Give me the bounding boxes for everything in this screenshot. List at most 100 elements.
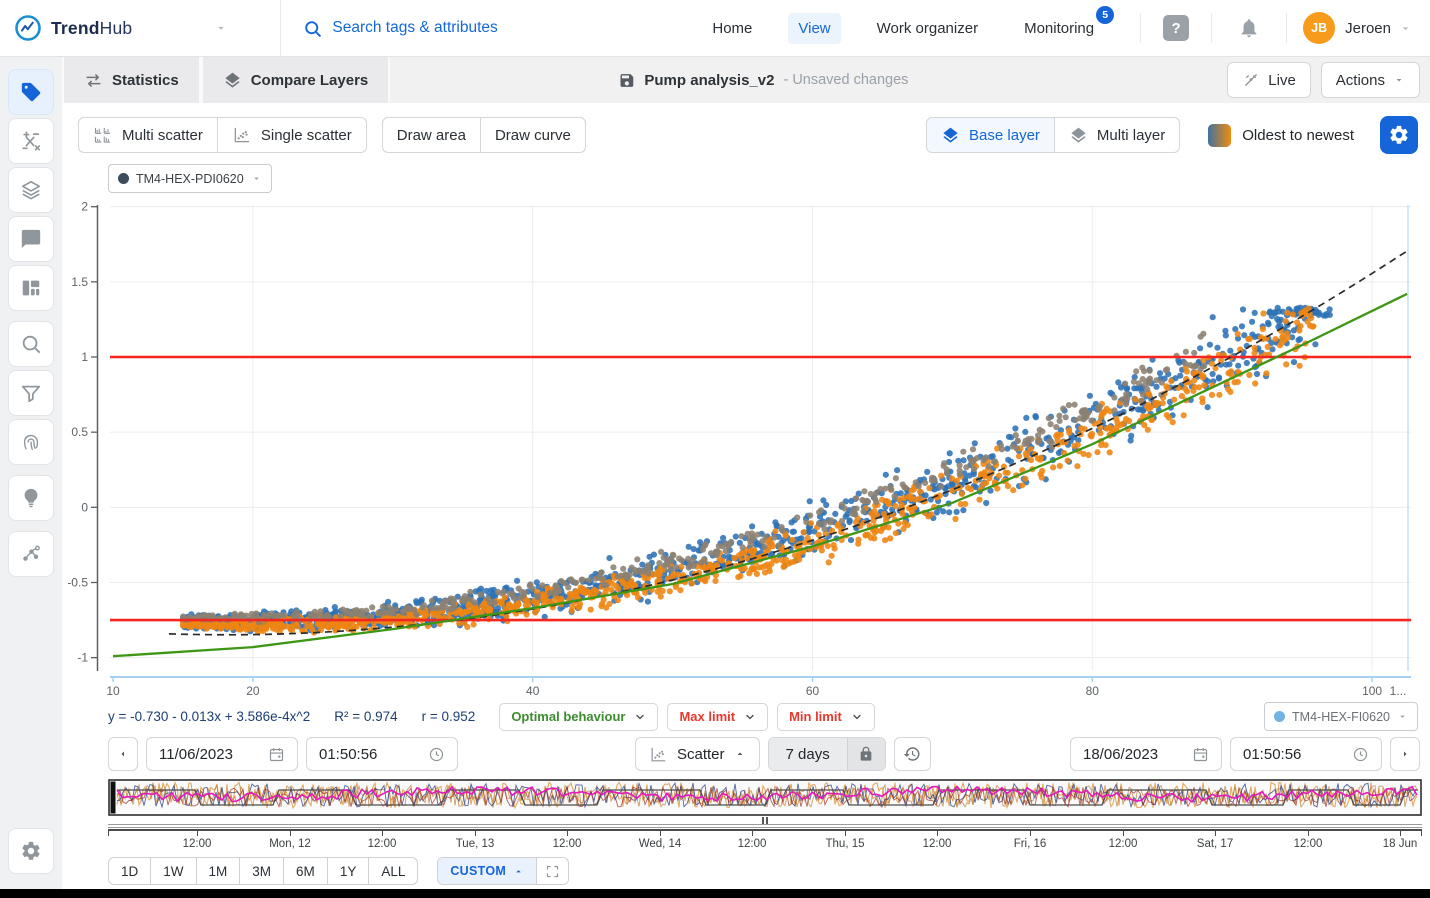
multi-layer-button[interactable]: Multi layer: [1055, 117, 1180, 153]
sidebar-item-context[interactable]: [8, 531, 54, 577]
fit-range-button[interactable]: [536, 858, 568, 884]
fingerprint-icon: [20, 431, 42, 453]
brand-dropdown-chevron-icon[interactable]: [214, 21, 228, 35]
timeline-tick: [290, 831, 291, 836]
user-name[interactable]: Jeroen: [1345, 20, 1391, 37]
nav-monitoring[interactable]: Monitoring 5: [1014, 13, 1104, 44]
timeline-tick: [1215, 831, 1216, 836]
clock-icon: [1352, 746, 1369, 763]
min-limit-button[interactable]: Min limit: [777, 703, 875, 731]
calendar-icon: [1192, 746, 1209, 763]
chevron-up-icon: [734, 748, 746, 760]
sidebar-item-fingerprint[interactable]: [8, 419, 54, 465]
base-layer-label: Base layer: [969, 127, 1040, 144]
start-time-field[interactable]: 01:50:56: [306, 737, 458, 771]
svg-text:1.5: 1.5: [71, 275, 88, 289]
draw-curve-label: Draw curve: [495, 127, 571, 144]
regression-stats: y = -0.730 - 0.013x + 3.586e-4x^2R² = 0.…: [108, 709, 499, 724]
notifications-bell-icon[interactable]: [1238, 17, 1260, 39]
search-input[interactable]: Search tags & attributes: [303, 19, 497, 38]
search-icon: [303, 19, 322, 38]
help-icon[interactable]: ?: [1163, 15, 1189, 41]
nav-view[interactable]: View: [788, 13, 840, 44]
end-date-field[interactable]: 18/06/2023: [1070, 737, 1222, 771]
max-limit-button[interactable]: Max limit: [667, 703, 768, 731]
live-button[interactable]: Live: [1227, 62, 1311, 98]
sidebar-item-tags[interactable]: [8, 69, 54, 115]
timeline-tick-label: 12:00: [923, 838, 952, 850]
nav-monitoring-label: Monitoring: [1024, 20, 1094, 37]
search-placeholder: Search tags & attributes: [332, 19, 497, 37]
end-time-field[interactable]: 01:50:56: [1230, 737, 1382, 771]
svg-text:1: 1: [81, 350, 88, 364]
scrollbar-grip[interactable]: [762, 817, 768, 824]
range-button-6m[interactable]: 6M: [284, 857, 328, 885]
comment-icon: [20, 228, 42, 250]
range-button-1w[interactable]: 1W: [151, 857, 196, 885]
compare-layers-button[interactable]: Compare Layers: [201, 57, 391, 103]
sidebar-item-calculations[interactable]: [8, 118, 54, 164]
top-bar: TrendHub Search tags & attributes Home V…: [0, 0, 1430, 57]
base-layer-button[interactable]: Base layer: [926, 117, 1055, 153]
swap-arrows-icon: [84, 71, 103, 90]
shift-back-button[interactable]: [108, 737, 138, 771]
scatter-icon: [649, 745, 668, 764]
start-date-field[interactable]: 11/06/2023: [146, 737, 298, 771]
sidebar-item-settings[interactable]: [8, 828, 54, 874]
custom-range-label: CUSTOM: [450, 864, 506, 878]
single-scatter-label: Single scatter: [261, 127, 352, 144]
network-graph-icon: [20, 543, 42, 565]
range-button-3m[interactable]: 3M: [240, 857, 284, 885]
timeline-tick: [937, 831, 938, 836]
optimal-behaviour-button[interactable]: Optimal behaviour: [499, 703, 658, 731]
y-axis-tag-chip[interactable]: TM4-HEX-FI0620: [1264, 702, 1418, 731]
statistics-button[interactable]: Statistics: [62, 57, 201, 103]
nav-work-organizer[interactable]: Work organizer: [867, 13, 988, 44]
svg-text:80: 80: [1086, 684, 1100, 698]
gradient-label: Oldest to newest: [1242, 127, 1354, 144]
chart-type-label: Scatter: [677, 746, 725, 763]
duration-lock-button[interactable]: [847, 738, 885, 770]
live-label: Live: [1268, 72, 1296, 89]
custom-range-button[interactable]: CUSTOM: [438, 858, 536, 884]
sidebar-item-recommendations[interactable]: [8, 475, 54, 521]
range-button-1y[interactable]: 1Y: [328, 857, 370, 885]
duration-value[interactable]: 7 days: [769, 738, 847, 770]
sidebar-item-filter[interactable]: [8, 370, 54, 416]
context-timeline-strip[interactable]: [108, 779, 1422, 816]
sidebar-item-comments[interactable]: [8, 216, 54, 262]
sidebar-item-search[interactable]: [8, 321, 54, 367]
actions-button[interactable]: Actions: [1321, 62, 1420, 98]
range-button-all[interactable]: ALL: [369, 857, 418, 885]
sidebar-item-layers[interactable]: [8, 167, 54, 213]
draw-area-button[interactable]: Draw area: [382, 117, 481, 153]
time-gradient-swatch: [1208, 124, 1231, 147]
history-button[interactable]: [894, 737, 931, 771]
sidebar-item-dashboard[interactable]: [8, 265, 54, 311]
chart-settings-button[interactable]: [1380, 116, 1418, 154]
x-axis-tag-chip[interactable]: TM4-HEX-PDI0620: [108, 164, 272, 193]
chevron-down-icon: [251, 173, 262, 184]
nav-home[interactable]: Home: [702, 13, 762, 44]
bottom-black-bar: [0, 889, 1430, 898]
multi-scatter-button[interactable]: Multi scatter: [78, 117, 218, 153]
range-button-1d[interactable]: 1D: [108, 857, 151, 885]
shift-forward-button[interactable]: [1390, 737, 1420, 771]
chevron-right-icon: [1399, 748, 1411, 760]
timeline-scrollbar[interactable]: [108, 817, 1422, 829]
avatar[interactable]: JB: [1303, 12, 1335, 44]
timeline-tick-label: 12:00: [553, 838, 582, 850]
y-tag-dot: [1274, 711, 1285, 722]
single-scatter-button[interactable]: Single scatter: [218, 117, 367, 153]
user-menu-chevron-icon[interactable]: [1399, 22, 1412, 35]
scatter-plot[interactable]: 21.510.50-0.5-110204060801001...: [62, 199, 1430, 701]
save-icon[interactable]: [618, 72, 635, 89]
timeline-tick: [567, 831, 568, 836]
range-button-1m[interactable]: 1M: [197, 857, 241, 885]
timeline-tick: [1030, 831, 1031, 836]
layers-icon: [941, 126, 960, 145]
timeline-tick-label: 12:00: [183, 838, 212, 850]
monitoring-badge: 5: [1096, 6, 1114, 24]
draw-curve-button[interactable]: Draw curve: [481, 117, 586, 153]
chart-type-dropdown[interactable]: Scatter: [635, 737, 760, 771]
